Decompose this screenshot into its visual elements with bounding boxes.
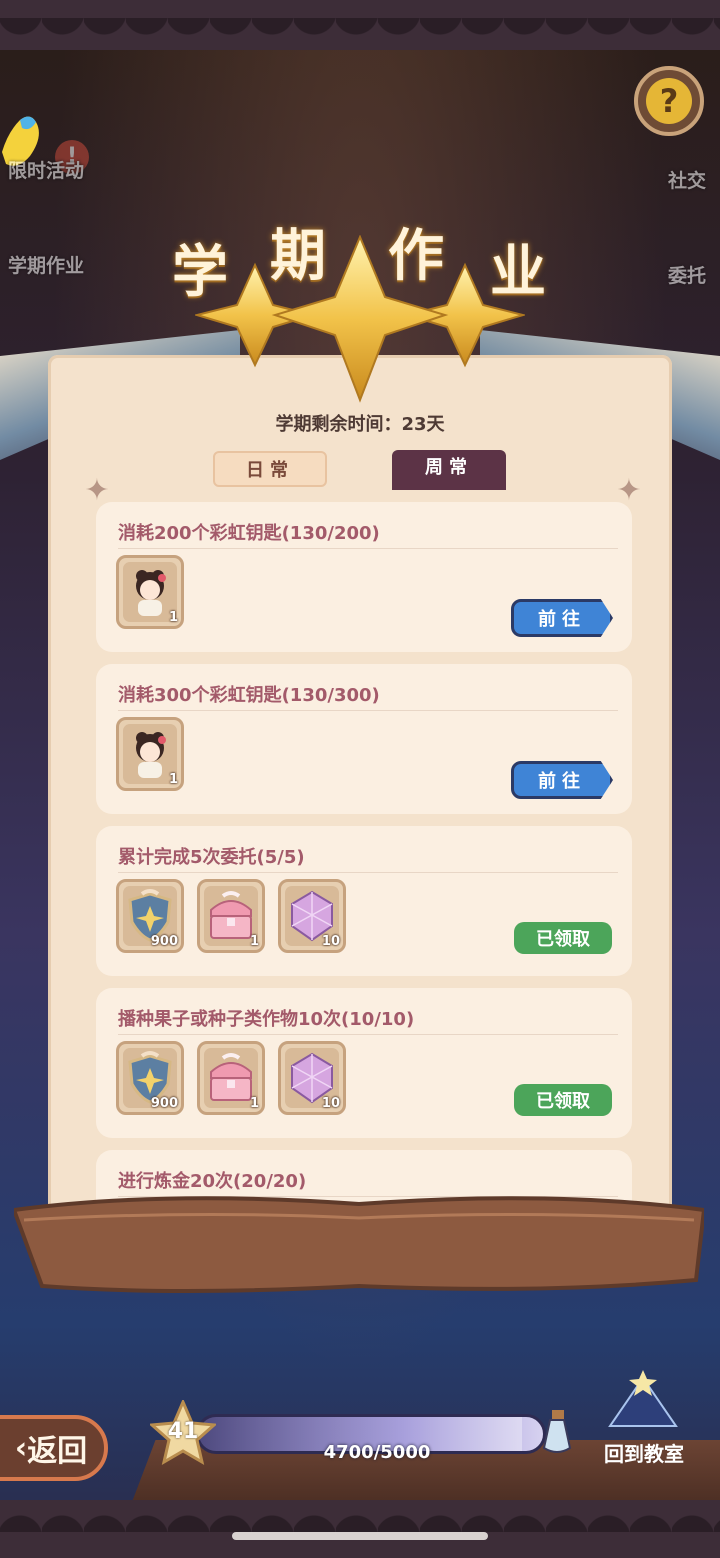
- top-bar: [0, 0, 720, 50]
- reward-count: 10: [321, 1096, 340, 1111]
- level-number: 41: [167, 1419, 199, 1444]
- task-card: 播种果子或种子类作物10次(10/10) 900 1 10 已领取: [96, 988, 632, 1138]
- reward-count: 1: [249, 934, 259, 949]
- potion-bottle-icon: [542, 1410, 572, 1453]
- reward-count: 900: [150, 934, 178, 949]
- task-card: 消耗200个彩虹钥匙(130/200) 1 前往: [96, 502, 632, 652]
- divider: [118, 1034, 618, 1035]
- reward-item[interactable]: 10: [278, 879, 346, 953]
- tab-weekly[interactable]: 周常: [392, 450, 506, 490]
- go-button[interactable]: 前往: [511, 761, 613, 799]
- back-label: ‹: [14, 1430, 28, 1466]
- side-item-label: 限时活动: [8, 160, 85, 182]
- side-item-label: 社交: [667, 170, 706, 192]
- side-item-social[interactable]: 社交: [610, 110, 720, 205]
- return-classroom-label[interactable]: 回到教室: [590, 1438, 698, 1467]
- back-label-text: 返回: [27, 1434, 88, 1469]
- side-item-commission[interactable]: 委托: [610, 205, 720, 300]
- reward-item[interactable]: 1: [116, 555, 184, 629]
- claimed-badge: 已领取: [514, 922, 612, 954]
- bottom-band: [0, 1500, 720, 1558]
- classroom-icon[interactable]: [606, 1368, 680, 1432]
- task-list[interactable]: 消耗200个彩虹钥匙(130/200) 1 前往 消耗300个彩虹钥匙(130/300…: [96, 502, 632, 1244]
- task-title: 消耗300个彩虹钥匙(130/300): [118, 685, 380, 706]
- side-item-label: 学期作业: [8, 255, 85, 277]
- side-item-label: 委托: [667, 265, 706, 287]
- task-card: 消耗300个彩虹钥匙(130/300) 1 前往: [96, 664, 632, 814]
- reward-count: 10: [321, 934, 340, 949]
- reward-item[interactable]: 900: [116, 1041, 184, 1115]
- back-button[interactable]: ‹ 返回: [0, 1415, 108, 1481]
- reward-item[interactable]: 1: [116, 717, 184, 791]
- side-item-limited-event[interactable]: ! 限时活动: [0, 100, 110, 195]
- reward-item[interactable]: 900: [116, 879, 184, 953]
- reward-count: 1: [168, 772, 178, 787]
- side-menu-right: 社交 委托: [610, 110, 720, 300]
- task-title: 消耗200个彩虹钥匙(130/200): [118, 523, 380, 544]
- reward-item[interactable]: 1: [197, 879, 265, 953]
- reward-count: 1: [168, 610, 178, 625]
- task-card: 累计完成5次委托(5/5) 900 1 10 已领取: [96, 826, 632, 976]
- side-menu-left: ! 限时活动 学期作业: [0, 100, 110, 290]
- divider: [118, 872, 618, 873]
- tab-daily[interactable]: 日常: [213, 451, 327, 487]
- divider: [118, 548, 618, 549]
- go-button[interactable]: 前往: [511, 599, 613, 637]
- gold-stars-icon: [195, 235, 525, 403]
- reward-count: 900: [150, 1096, 178, 1111]
- task-title: 累计完成5次委托(5/5): [118, 847, 305, 868]
- divider: [118, 710, 618, 711]
- home-indicator[interactable]: [232, 1532, 488, 1540]
- exp-progress-text: 4700/5000: [323, 1442, 431, 1463]
- reward-item[interactable]: 10: [278, 1041, 346, 1115]
- claimed-badge: 已领取: [514, 1084, 612, 1116]
- scroll-roll: [14, 1196, 704, 1293]
- time-remaining: 学期剩余时间：23天: [275, 414, 445, 435]
- side-item-semester-homework[interactable]: 学期作业: [0, 195, 110, 290]
- task-title: 播种果子或种子类作物10次(10/10): [118, 1009, 415, 1030]
- reward-item[interactable]: 1: [197, 1041, 265, 1115]
- reward-count: 1: [249, 1096, 259, 1111]
